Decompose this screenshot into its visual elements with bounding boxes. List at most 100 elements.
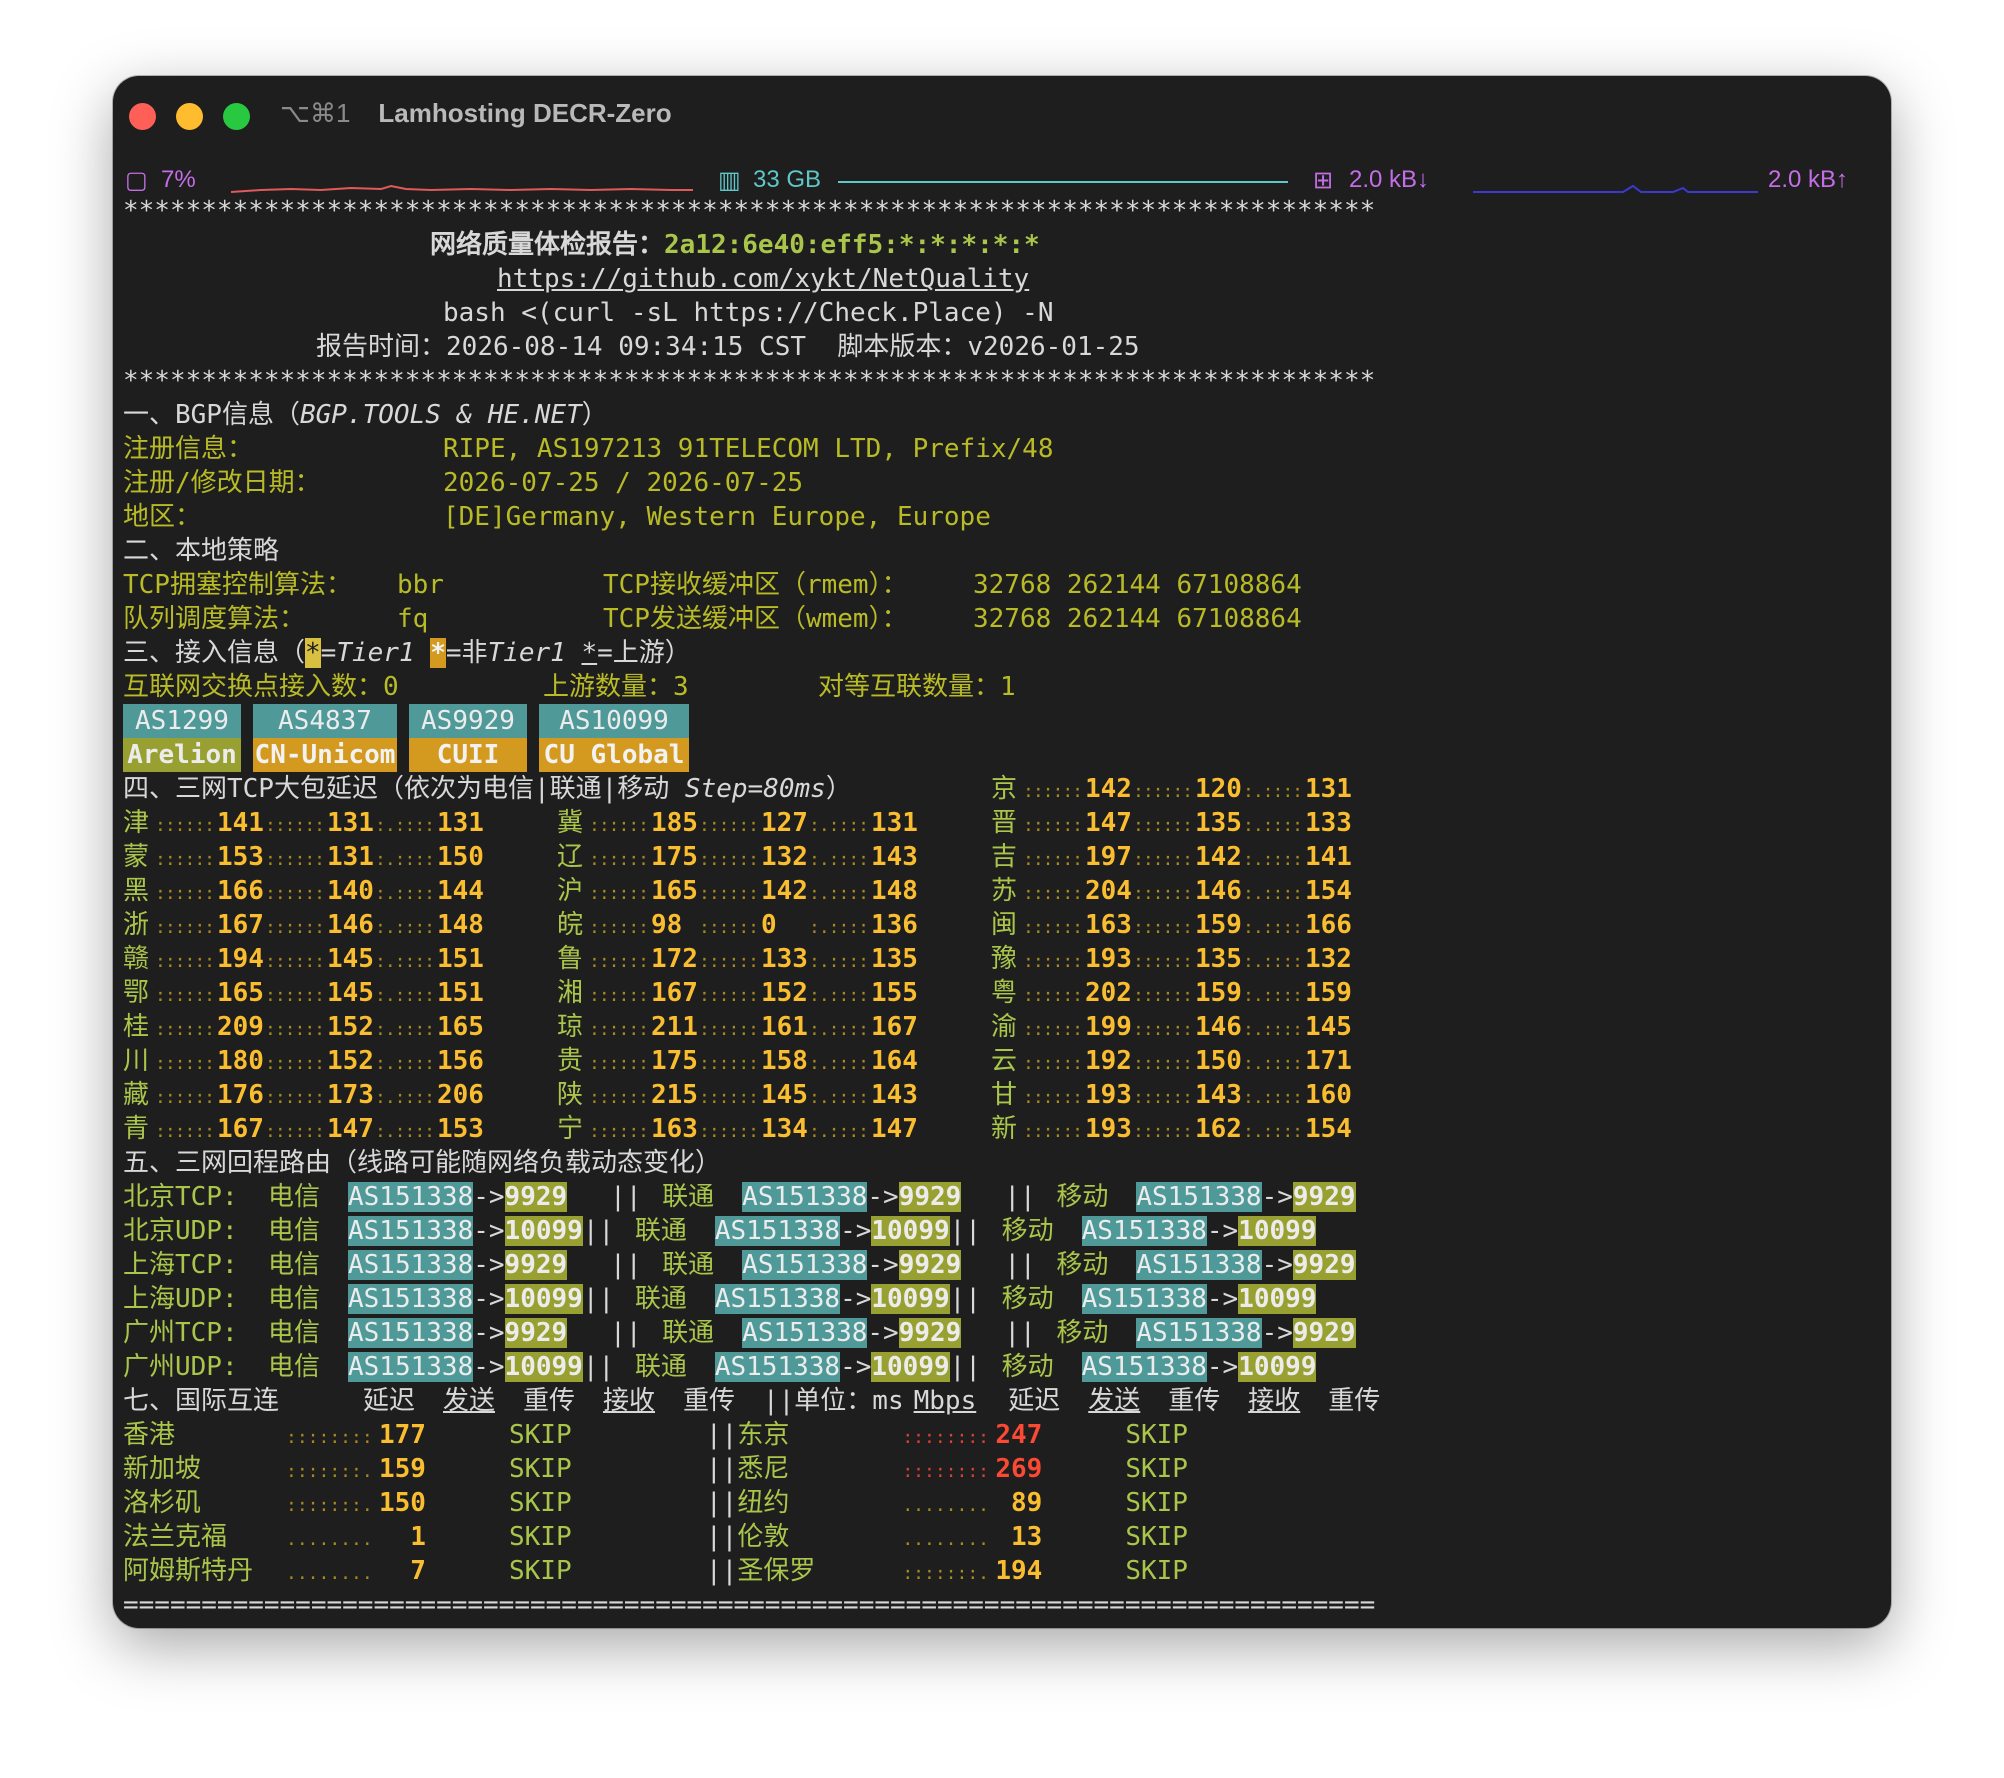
intl-city: 香港 bbox=[123, 1420, 176, 1450]
intl-separator: || bbox=[706, 1420, 738, 1450]
latency-region: 琼 bbox=[557, 1012, 584, 1042]
latency-value: 163 bbox=[1085, 910, 1132, 940]
latency-dots: :::::: bbox=[155, 849, 215, 870]
route-separator: || bbox=[582, 1352, 615, 1382]
intl-skip: SKIP bbox=[1125, 1420, 1188, 1450]
latency-value: 215 bbox=[651, 1080, 698, 1110]
route-dst-asn: 10099 bbox=[504, 1216, 583, 1246]
latency-value: 150 bbox=[1195, 1046, 1242, 1076]
route-arrow: -> bbox=[473, 1182, 505, 1212]
intl-col-left-1: 发送 bbox=[443, 1386, 496, 1416]
route-separator: || bbox=[610, 1318, 642, 1348]
latency-dots: :.:::: bbox=[375, 815, 435, 836]
latency-value: 175 bbox=[651, 842, 698, 872]
latency-dots: :::::: bbox=[589, 951, 649, 972]
route-row: 上海UDP: 电信 AS151338->10099|| 联通 AS151338->100… bbox=[123, 1282, 1883, 1316]
latency-value: 204 bbox=[1085, 876, 1132, 906]
latency-dots: :::::: bbox=[155, 883, 215, 904]
latency-region: 皖 bbox=[557, 910, 584, 940]
wmem-value: 32768 262144 67108864 bbox=[973, 604, 1302, 634]
latency-cell: 浙:::::: 167:::::: 146:.:::: 148 bbox=[123, 908, 557, 945]
latency-cell: 鄂:::::: 165:::::: 145:.:::: 151 bbox=[123, 976, 557, 1013]
latency-value: 199 bbox=[1085, 1012, 1132, 1042]
latency-dots: :.:::: bbox=[809, 985, 869, 1006]
latency-row: 藏:::::: 176:::::: 173:.:::: 206 陕:::::: 215::… bbox=[123, 1078, 1883, 1112]
latency-dots: :::::: bbox=[1023, 815, 1083, 836]
latency-dots: :::::: bbox=[1023, 1121, 1083, 1142]
latency-dots: :.:::: bbox=[375, 883, 435, 904]
latency-cell: 青:::::: 167:::::: 147:.:::: 153 bbox=[123, 1112, 557, 1149]
route-carrier: 电信 bbox=[268, 1216, 321, 1246]
latency-cell: 桂:::::: 209:::::: 152:.:::: 165 bbox=[123, 1010, 557, 1047]
latency-dots: :::::: bbox=[589, 849, 649, 870]
latency-dots: :::::: bbox=[699, 917, 759, 938]
latency-value: 143 bbox=[1195, 1080, 1242, 1110]
intl-col-right-0: 延迟 bbox=[1008, 1386, 1061, 1416]
latency-value: 159 bbox=[1305, 978, 1352, 1008]
route-arrow: -> bbox=[1206, 1352, 1239, 1382]
latency-region: 陕 bbox=[557, 1080, 584, 1110]
latency-dots: :::::: bbox=[589, 1053, 649, 1074]
latency-dots: :::::: bbox=[265, 1019, 325, 1040]
latency-dots: :.:::: bbox=[1243, 815, 1303, 836]
tier1-mark: * bbox=[305, 638, 321, 668]
latency-dots: :::::: bbox=[699, 985, 759, 1006]
latency-value: 173 bbox=[327, 1080, 374, 1110]
route-row: 广州UDP: 电信 AS151338->10099|| 联通 AS151338->100… bbox=[123, 1350, 1883, 1384]
intl-heading: 七、国际互连 延迟 发送 重传 接收 重传 ||单位：ms Mbps 延迟 发送 重传 接收 重传 bbox=[123, 1384, 1883, 1418]
latency-value: 145 bbox=[1305, 1012, 1352, 1042]
latency-value: 131 bbox=[327, 842, 374, 872]
cc-value: bbr bbox=[397, 570, 444, 600]
stars-bottom: ****************************************… bbox=[123, 366, 1376, 396]
latency-value: 167 bbox=[217, 1114, 264, 1144]
repo-link[interactable]: https://github.com/xykt/NetQuality bbox=[123, 262, 1883, 296]
latency-dots: :::::: bbox=[1133, 1019, 1193, 1040]
intl-latency: 13 bbox=[995, 1522, 1043, 1552]
window-title-text: Lamhosting DECR-Zero bbox=[378, 98, 672, 128]
latency-value: 127 bbox=[761, 808, 808, 838]
latency-dots: :::::: bbox=[265, 951, 325, 972]
latency-dots: :::::: bbox=[699, 1019, 759, 1040]
latency-cell: 沪:::::: 165:::::: 142:.:::: 148 bbox=[557, 874, 991, 911]
intl-skip: SKIP bbox=[1125, 1488, 1188, 1518]
latency-value: 140 bbox=[327, 876, 374, 906]
latency-dots: :::::: bbox=[589, 1019, 649, 1040]
net-down: 2.0 kB↓ bbox=[1349, 166, 1430, 193]
intl-dots: :::::::. bbox=[286, 1495, 373, 1516]
latency-value: 172 bbox=[651, 944, 698, 974]
intl-dots: :::::::. bbox=[902, 1563, 990, 1584]
route-src-asn: AS151338 bbox=[1136, 1182, 1262, 1212]
bgp-date-label: 注册/修改日期： bbox=[123, 468, 321, 498]
latency-value: 144 bbox=[437, 876, 484, 906]
latency-value: 193 bbox=[1085, 1114, 1132, 1144]
latency-region: 赣 bbox=[123, 944, 150, 974]
route-src-asn: AS151338 bbox=[1136, 1318, 1262, 1348]
latency-dots: :::::: bbox=[1133, 1121, 1193, 1142]
route-carrier: 电信 bbox=[268, 1284, 321, 1314]
latency-region: 藏 bbox=[123, 1080, 150, 1110]
latency-region: 黑 bbox=[123, 876, 150, 906]
ix-value: 0 bbox=[383, 672, 399, 702]
latency-dots: :::::: bbox=[1133, 849, 1193, 870]
intl-city: 新加坡 bbox=[123, 1454, 202, 1484]
latency-value: 145 bbox=[327, 944, 374, 974]
route-separator: || bbox=[949, 1216, 981, 1246]
latency-dots: :.:::: bbox=[809, 1053, 869, 1074]
terminal-window: ⌥⌘1 Lamhosting DECR-Zero ▢ 7% ▥ 33 GB ⊞ 2… bbox=[113, 76, 1891, 1628]
zoom-button[interactable] bbox=[223, 103, 250, 130]
intl-city: 法兰克福 bbox=[123, 1522, 228, 1552]
asn-name-badge: Arelion bbox=[123, 738, 241, 772]
latency-cell: 鲁:::::: 172:::::: 133:.:::: 135 bbox=[557, 942, 991, 979]
close-button[interactable] bbox=[129, 103, 156, 130]
terminal-output: ****************************************… bbox=[123, 194, 1883, 1622]
intl-col-left-2: 重传 bbox=[523, 1386, 576, 1416]
latency-value: 141 bbox=[217, 808, 264, 838]
network-sparkline bbox=[1473, 184, 1758, 193]
minimize-button[interactable] bbox=[176, 103, 203, 130]
route-src-asn: AS151338 bbox=[714, 1352, 841, 1382]
footer-rule: ========================================… bbox=[123, 1590, 1376, 1620]
latency-dots: :::::: bbox=[265, 917, 325, 938]
route-src-asn: AS151338 bbox=[348, 1182, 474, 1212]
latency-dots: :::::: bbox=[589, 985, 649, 1006]
intl-city: 悉尼 bbox=[737, 1454, 790, 1484]
